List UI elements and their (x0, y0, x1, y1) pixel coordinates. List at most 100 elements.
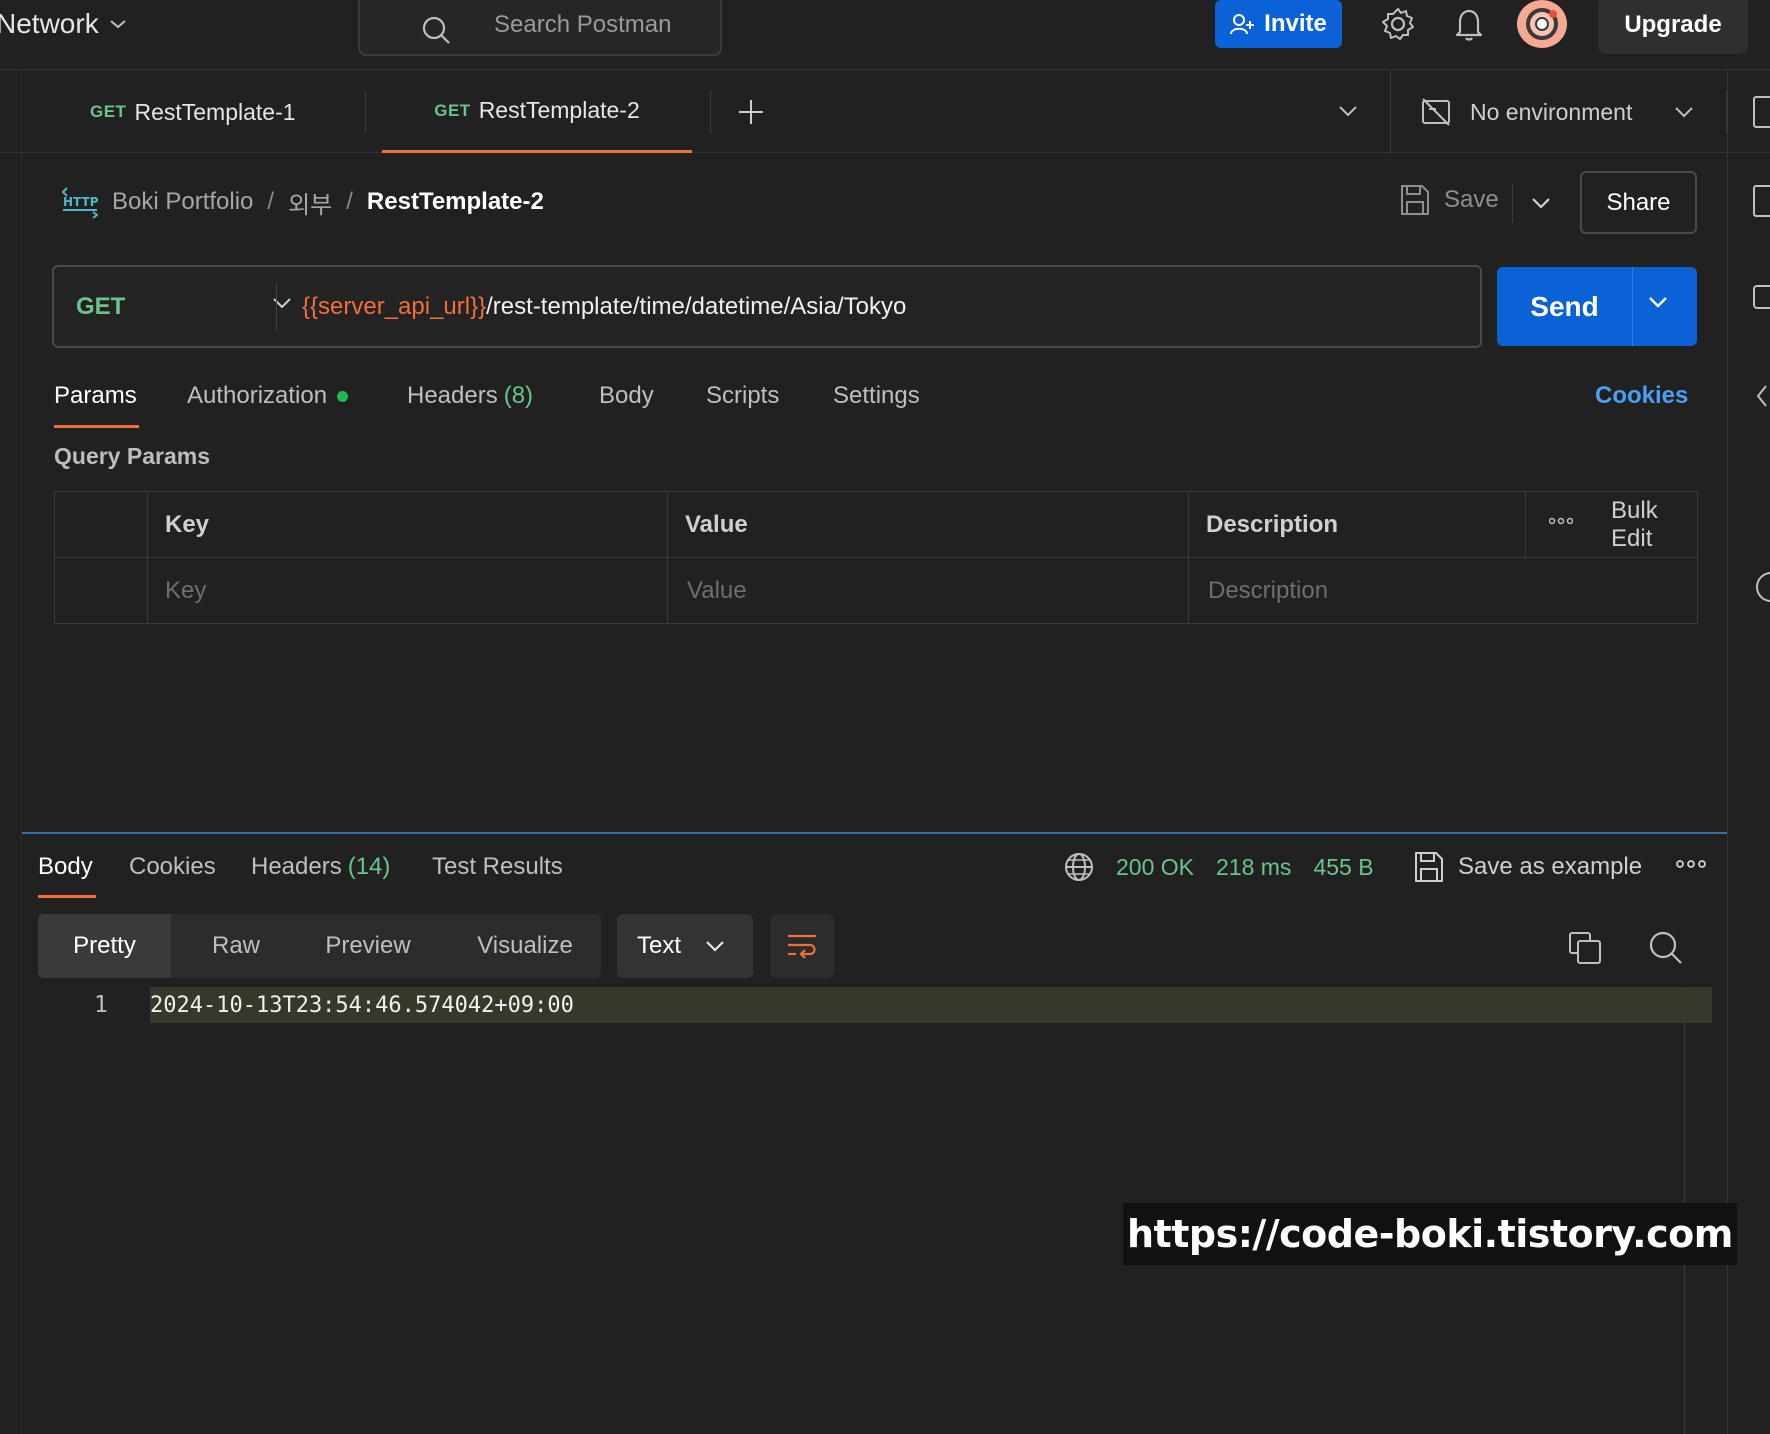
query-params-table: Key Value Description Bulk Edit Key Valu… (54, 491, 1698, 624)
share-button[interactable]: Share (1580, 171, 1697, 234)
line-number: 1 (94, 992, 108, 1018)
response-tab-test-results[interactable]: Test Results (432, 849, 563, 885)
user-avatar[interactable] (1517, 0, 1567, 48)
save-as-example-label: Save as example (1458, 853, 1643, 880)
code-panel-icon[interactable] (1754, 384, 1770, 408)
headers-count: (14) (347, 853, 391, 880)
method-chevron-down-icon[interactable] (272, 297, 292, 309)
no-environment-icon (1420, 96, 1452, 128)
response-size[interactable]: 455 B (1313, 854, 1373, 881)
view-visualize-button[interactable]: Visualize (460, 914, 590, 978)
environment-label: No environment (1470, 98, 1633, 125)
invite-button[interactable]: Invite (1215, 0, 1342, 48)
tab-title: RestTemplate-2 (478, 97, 640, 123)
environment-panel-icon[interactable] (1752, 95, 1770, 129)
send-divider (1632, 267, 1633, 346)
url-input[interactable]: {{server_api_url}}/rest-template/time/da… (302, 267, 906, 346)
tab-resttemplate-1[interactable]: GET RestTemplate-1 (90, 71, 296, 153)
tab-body[interactable]: Body (599, 378, 654, 414)
key-input[interactable]: Key (165, 558, 206, 623)
active-tab-underline (38, 895, 96, 898)
save-button[interactable]: Save (1400, 184, 1499, 216)
watermark-url: https://code-boki.tistory.com (1123, 1203, 1737, 1265)
url-divider (276, 283, 277, 331)
breadcrumb-request-title[interactable]: RestTemplate-2 (367, 188, 544, 216)
breadcrumb-folder[interactable]: 외부 (288, 185, 332, 220)
add-user-icon (1230, 13, 1255, 35)
cookies-link[interactable]: Cookies (1595, 378, 1688, 414)
settings-gear-icon[interactable] (1380, 6, 1416, 42)
response-pane-resize-handle[interactable] (22, 832, 1727, 834)
headers-count: (8) (503, 382, 534, 409)
tab-divider (365, 91, 366, 133)
send-button[interactable]: Send (1497, 267, 1632, 346)
tab-params[interactable]: Params (54, 378, 137, 414)
url-variable: {{server_api_url}} (302, 292, 487, 320)
http-method-select[interactable]: GET (76, 267, 125, 346)
breadcrumb: HTTP Boki Portfolio / 외부 / RestTemplate-… (62, 184, 544, 220)
tab-headers[interactable]: Headers (8) (407, 378, 533, 414)
more-options-icon[interactable] (1549, 516, 1573, 526)
chevron-down-icon (1674, 106, 1694, 118)
response-format-select[interactable]: Text (617, 914, 753, 978)
query-params-title: Query Params (54, 443, 210, 469)
bulk-edit-button[interactable]: Bulk Edit (1611, 492, 1697, 557)
table-divider (1525, 492, 1526, 557)
view-preview-button[interactable]: Preview (304, 914, 432, 978)
tabs-overflow-chevron-icon[interactable] (1338, 105, 1358, 117)
new-tab-plus-icon[interactable] (738, 99, 764, 125)
top-bar: Network Search Postman Invite Upgrade (0, 0, 1770, 70)
view-raw-button[interactable]: Raw (198, 914, 274, 978)
breadcrumb-separator: / (346, 188, 353, 215)
url-path: /rest-template/time/datetime/Asia/Tokyo (486, 292, 907, 320)
globe-icon[interactable] (1064, 852, 1094, 882)
send-button-group: Send (1497, 267, 1697, 346)
wrap-lines-icon[interactable] (770, 914, 834, 978)
chevron-down-icon (109, 18, 127, 30)
tab-title: RestTemplate-1 (134, 98, 296, 125)
upgrade-button[interactable]: Upgrade (1598, 0, 1748, 54)
response-body-text[interactable]: 2024-10-13T23:54:46.574042+09:00 (150, 987, 574, 1023)
tab-scripts[interactable]: Scripts (706, 378, 779, 414)
workspace-switcher[interactable]: Network (0, 4, 127, 44)
response-tab-headers[interactable]: Headers (14) (251, 849, 390, 885)
tab-method-badge: GET (434, 100, 471, 120)
environment-selector[interactable]: No environment (1420, 71, 1694, 153)
save-options-chevron-icon[interactable] (1512, 183, 1568, 223)
url-bar: GET {{server_api_url}}/rest-template/tim… (52, 265, 1482, 348)
search-input[interactable]: Search Postman (358, 0, 722, 56)
tab-method-badge: GET (90, 102, 127, 121)
view-pretty-button[interactable]: Pretty (38, 914, 171, 978)
tab-authorization[interactable]: Authorization (187, 378, 349, 414)
breadcrumb-collection[interactable]: Boki Portfolio (112, 188, 253, 216)
tab-settings[interactable]: Settings (833, 378, 920, 414)
value-input[interactable]: Value (687, 558, 747, 623)
response-more-options-icon[interactable] (1676, 858, 1706, 870)
response-time[interactable]: 218 ms (1216, 854, 1291, 881)
request-tab-bar: GET RestTemplate-1 GET RestTemplate-2 No… (0, 71, 1770, 153)
docs-panel-icon[interactable] (1752, 184, 1770, 218)
tab-divider (710, 91, 711, 133)
status-code[interactable]: 200 OK (1116, 854, 1194, 881)
http-request-icon: HTTP (62, 185, 98, 219)
column-header-description: Description (1206, 510, 1339, 538)
left-gutter (0, 71, 22, 1434)
description-input[interactable]: Description (1208, 558, 1328, 623)
save-disk-icon (1414, 851, 1444, 883)
save-as-example-button[interactable]: Save as example (1414, 849, 1642, 885)
search-icon[interactable] (1648, 930, 1684, 966)
response-tab-cookies[interactable]: Cookies (129, 849, 216, 885)
search-placeholder: Search Postman (494, 11, 672, 38)
send-options-chevron-icon[interactable] (1647, 295, 1669, 309)
workspace-name: Network (0, 8, 99, 39)
active-tab-underline (54, 425, 139, 428)
breadcrumb-separator: / (267, 188, 275, 215)
comments-panel-icon[interactable] (1752, 284, 1770, 314)
save-disk-icon (1400, 184, 1430, 216)
copy-icon[interactable] (1568, 931, 1602, 965)
response-tab-body[interactable]: Body (38, 849, 93, 885)
search-icon (422, 16, 452, 46)
tab-resttemplate-2[interactable]: GET RestTemplate-2 (382, 71, 692, 153)
info-panel-icon[interactable] (1754, 570, 1770, 604)
notifications-bell-icon[interactable] (1452, 6, 1486, 42)
